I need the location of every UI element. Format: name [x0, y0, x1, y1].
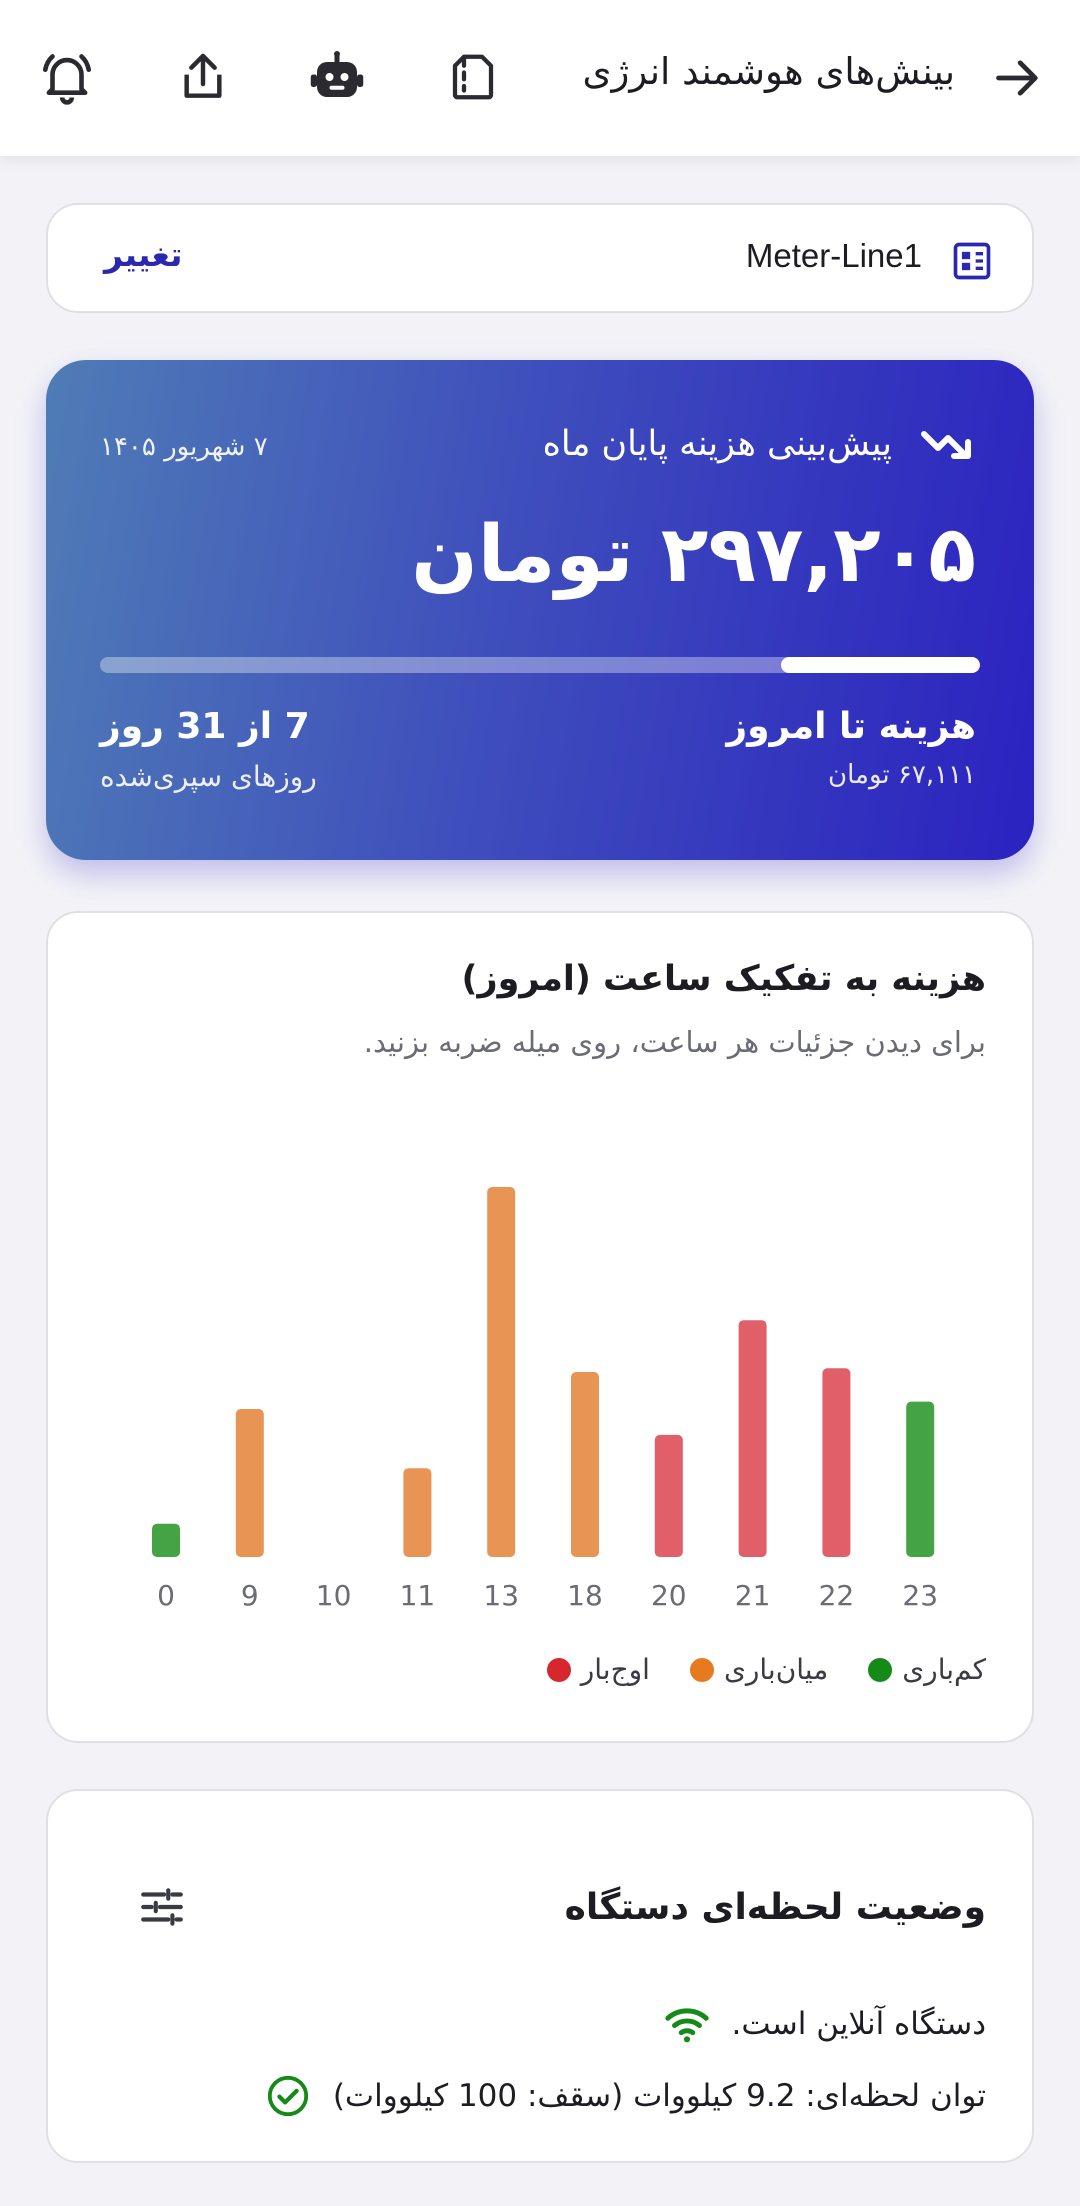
online-status-row: دستگاه آنلاین است.	[664, 2001, 987, 2047]
device-status-card: وضعیت لحظه‌ای دستگاه دستگاه آنلاین است. …	[46, 1789, 1034, 2163]
power-status-row: توان لحظه‌ای: 9.2 کیلووات (سقف: 100 کیلو…	[265, 2073, 986, 2119]
bar-hour-0[interactable]	[152, 1523, 180, 1557]
bar-hour-11[interactable]	[403, 1468, 432, 1557]
meter-name: Meter-Line1	[745, 237, 922, 274]
change-meter-link[interactable]: تغییر	[104, 235, 183, 274]
online-status-text: دستگاه آنلاین است.	[731, 2006, 987, 2042]
assistant-button[interactable]	[304, 44, 370, 110]
page-title: بینش‌های هوشمند انرژی	[582, 50, 956, 93]
x-tick-label: 22	[819, 1579, 855, 1612]
legend-label-mid: میان‌باری	[723, 1653, 829, 1686]
trending-icon	[921, 431, 971, 459]
bar-hour-18[interactable]	[571, 1372, 599, 1557]
status-title: وضعیت لحظه‌ای دستگاه	[564, 1887, 986, 1928]
chart-legend: اوج‌بار میان‌باری کم‌باری	[546, 1653, 986, 1686]
legend-item-mid: میان‌باری	[689, 1653, 829, 1686]
bar-hour-13[interactable]	[487, 1187, 516, 1557]
tune-icon	[141, 1888, 183, 1926]
share-icon	[184, 53, 222, 98]
days-elapsed-value: 7 از 31 روز	[100, 706, 310, 747]
bell-icon	[42, 54, 92, 105]
wifi-icon	[664, 2008, 709, 2043]
x-tick-label: 11	[400, 1579, 436, 1612]
arrow-forward-icon	[996, 60, 1038, 96]
back-button[interactable]	[986, 46, 1050, 110]
forecast-card: پیش‌بینی هزینه پایان ماه ۷ شهریور ۱۴۰۵ ۲…	[46, 360, 1034, 860]
x-tick-label: 9	[241, 1579, 259, 1612]
bar-hour-23[interactable]	[906, 1401, 935, 1557]
x-tick-label: 20	[651, 1579, 687, 1612]
cost-to-date-value: ۶۷,۱۱۱ تومان	[828, 760, 976, 790]
legend-dot-peak	[546, 1657, 571, 1682]
x-tick-label: 10	[316, 1579, 352, 1612]
document-icon	[452, 54, 494, 100]
robot-icon	[310, 51, 364, 97]
legend-label-peak: اوج‌بار	[580, 1653, 650, 1686]
x-tick-label: 13	[483, 1579, 519, 1612]
legend-dot-mid	[689, 1657, 714, 1682]
bar-hour-22[interactable]	[822, 1368, 851, 1557]
x-tick-label: 23	[902, 1579, 938, 1612]
notifications-button[interactable]	[34, 44, 100, 110]
x-tick-label: 0	[157, 1579, 175, 1612]
bar-hour-20[interactable]	[654, 1434, 683, 1557]
legend-label-low: کم‌باری	[902, 1653, 986, 1686]
forecast-amount: ۲۹۷,۲۰۵ تومان	[411, 510, 976, 600]
legend-item-low: کم‌باری	[868, 1653, 986, 1686]
x-tick-label: 21	[735, 1579, 771, 1612]
report-button[interactable]	[440, 44, 506, 110]
forecast-date: ۷ شهریور ۱۴۰۵	[100, 432, 268, 462]
hourly-cost-bar-chart: 0 9 10 11 13 18 20 21 22 23	[152, 1187, 938, 1612]
days-elapsed-label: روزهای سپری‌شده	[100, 760, 317, 793]
bar-hour-9[interactable]	[235, 1409, 264, 1557]
meter-selector-card: Meter-Line1 تغییر	[46, 203, 1034, 313]
meter-icon	[953, 242, 991, 280]
check-circle-icon	[267, 2075, 308, 2117]
hourly-cost-chart-card: هزینه به تفکیک ساعت (امروز) برای دیدن جز…	[46, 911, 1034, 1743]
share-button[interactable]	[170, 44, 236, 110]
forecast-title: پیش‌بینی هزینه پایان ماه	[542, 424, 892, 464]
legend-item-peak: اوج‌بار	[546, 1653, 650, 1686]
app-bar: بینش‌های هوشمند انرژی	[0, 0, 1080, 156]
month-progress-fill	[781, 657, 980, 673]
cost-to-date-label: هزینه تا امروز	[726, 706, 976, 747]
x-tick-label: 18	[567, 1579, 603, 1612]
status-settings-button[interactable]	[132, 1877, 192, 1937]
legend-dot-low	[868, 1657, 893, 1682]
month-progress-bar	[100, 657, 980, 673]
power-status-text: توان لحظه‌ای: 9.2 کیلووات (سقف: 100 کیلو…	[332, 2078, 986, 2114]
bar-hour-21[interactable]	[738, 1320, 767, 1557]
